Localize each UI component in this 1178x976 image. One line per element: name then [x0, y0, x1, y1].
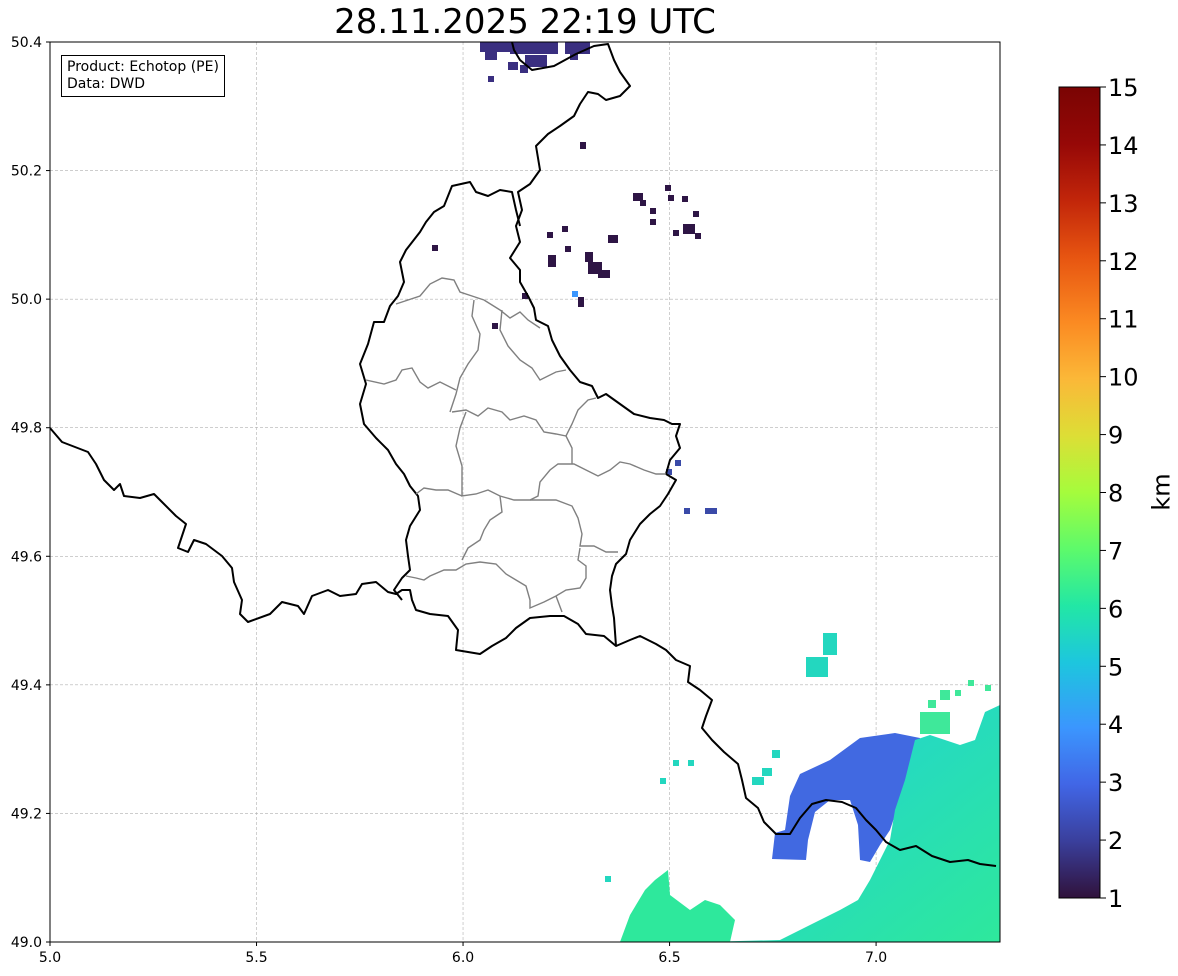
- colorbar-tick-label: 5: [1108, 653, 1123, 681]
- colorbar-unit-label: km: [1147, 473, 1176, 511]
- y-tick-label: 50.0: [11, 292, 42, 308]
- colorbar-tick-label: 12: [1108, 248, 1139, 276]
- y-tick-label: 49.6: [11, 549, 42, 565]
- colorbar-tick-label: 4: [1108, 711, 1123, 739]
- x-tick-label: 6.0: [452, 950, 474, 966]
- colorbar-tick-label: 14: [1108, 132, 1139, 160]
- colorbar-tick-label: 11: [1108, 306, 1139, 334]
- colorbar-tick-label: 15: [1108, 74, 1139, 102]
- product-label: Product: Echotop (PE): [67, 59, 219, 75]
- colorbar-tick-label: 8: [1108, 480, 1123, 508]
- y-axis-ticks: 49.0 49.2 49.4 49.6 49.8 50.0 50.2 50.4: [11, 35, 50, 951]
- colorbar-tick-label: 7: [1108, 537, 1123, 565]
- y-tick-label: 49.4: [11, 678, 42, 694]
- colorbar-tick-label: 13: [1108, 190, 1139, 218]
- x-tick-label: 5.0: [39, 950, 61, 966]
- colorbar-tick-label: 1: [1108, 885, 1123, 913]
- colorbar: [1058, 86, 1101, 899]
- data-source-label: Data: DWD: [67, 76, 145, 92]
- x-tick-label: 7.0: [865, 950, 887, 966]
- y-tick-label: 49.8: [11, 421, 42, 437]
- y-tick-label: 50.4: [11, 35, 42, 51]
- x-axis-ticks: 5.0 5.5 6.0 6.5 7.0: [39, 942, 887, 966]
- x-tick-label: 5.5: [245, 950, 267, 966]
- colorbar-tick-label: 9: [1108, 422, 1123, 450]
- y-tick-label: 49.2: [11, 806, 42, 822]
- y-tick-label: 49.0: [11, 935, 42, 951]
- radar-map: 5.0 5.5 6.0 6.5 7.0 49.0 49.2 49.4 49.6 49.8 50.0…: [11, 35, 1139, 966]
- colorbar-tick-label: 2: [1108, 827, 1123, 855]
- colorbar-ticks: 123456789101112131415: [1100, 74, 1139, 913]
- echo-point-light: [572, 291, 578, 297]
- y-tick-label: 50.2: [11, 164, 42, 180]
- info-box: Product: Echotop (PE) Data: DWD: [61, 55, 225, 97]
- x-tick-label: 6.5: [658, 950, 680, 966]
- colorbar-tick-label: 10: [1108, 364, 1139, 392]
- colorbar-tick-label: 6: [1108, 595, 1123, 623]
- colorbar-tick-label: 3: [1108, 769, 1123, 797]
